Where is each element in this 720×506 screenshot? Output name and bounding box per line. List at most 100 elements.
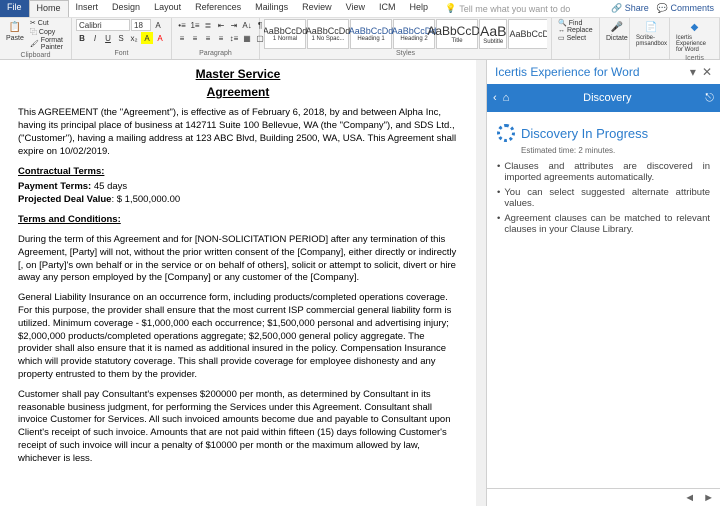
spinner-icon — [497, 124, 515, 142]
underline-button[interactable]: U — [102, 32, 114, 44]
doc-heading-terms: Terms and Conditions: — [18, 214, 458, 227]
panel-close-icon[interactable]: ✕ — [702, 65, 712, 79]
justify-button[interactable]: ≡ — [215, 32, 227, 44]
ribbon: 📋Paste ✂Cut ⿻Copy 🖌Format Painter Clipbo… — [0, 18, 720, 60]
panel-nav-title: Discovery — [509, 92, 705, 104]
style-subtitle[interactable]: AaBSubtitle — [479, 19, 507, 49]
bulb-icon: 💡 — [445, 3, 456, 14]
find-button[interactable]: 🔍Find — [556, 19, 584, 27]
bold-button[interactable]: B — [76, 32, 88, 44]
styles-gallery[interactable]: AaBbCcDd1 Normal AaBbCcDd1 No Spac... Aa… — [264, 19, 547, 49]
group-label-font: Font — [76, 49, 167, 58]
multilevel-button[interactable]: ≣ — [202, 19, 214, 31]
replace-icon: ↔ — [558, 27, 565, 34]
share-button[interactable]: 🔗 Share — [611, 3, 649, 14]
doc-paragraph: During the term of this Agreement and fo… — [18, 234, 458, 285]
discovery-bullet: Agreement clauses can be matched to rele… — [497, 213, 710, 235]
panel-next-icon[interactable]: ► — [703, 492, 714, 504]
icertis-button[interactable]: ◆Icertis Experience for Word — [674, 19, 715, 54]
comments-button[interactable]: 💬 Comments — [657, 3, 714, 14]
logout-icon[interactable]: ⎋ — [705, 92, 714, 105]
panel-body: Discovery In Progress Estimated time: 2 … — [487, 112, 720, 488]
paste-button[interactable]: 📋Paste — [4, 19, 26, 43]
sort-button[interactable]: A↓ — [241, 19, 253, 31]
panel-nav: ‹ ⌂ Discovery ⎋ — [487, 84, 720, 112]
style-more[interactable]: AaBbCcD — [508, 19, 547, 49]
panel-prev-icon[interactable]: ◄ — [684, 492, 695, 504]
italic-button[interactable]: I — [89, 32, 101, 44]
style-normal[interactable]: AaBbCcDd1 Normal — [264, 19, 306, 49]
group-label-styles: Styles — [264, 49, 547, 58]
doc-paragraph: Customer shall pay Consultant's expenses… — [18, 389, 458, 466]
doc-title-line1: Master Service — [18, 66, 458, 82]
doc-deal-value: Projected Deal Value: $ 1,500,000.00 — [18, 194, 458, 207]
doc-scrollbar[interactable] — [476, 60, 486, 506]
paste-icon: 📋 — [8, 20, 22, 34]
group-label-editing — [556, 56, 595, 58]
indent-button[interactable]: ⇥ — [228, 19, 240, 31]
brush-icon: 🖌 — [30, 40, 39, 48]
numbering-button[interactable]: 1≡ — [189, 19, 201, 31]
tell-me-search[interactable]: 💡Tell me what you want to do — [445, 3, 570, 14]
panel-footer: ◄ ► — [487, 488, 720, 506]
subscript-button[interactable]: x₂ — [128, 32, 140, 44]
grow-font-icon[interactable]: A — [152, 19, 164, 31]
style-heading1[interactable]: AaBbCcDdHeading 1 — [350, 19, 392, 49]
tab-layout[interactable]: Layout — [147, 0, 188, 17]
panel-dropdown-icon[interactable]: ▾ — [690, 65, 696, 79]
doc-title-line2: Agreement — [18, 84, 458, 100]
home-icon[interactable]: ⌂ — [503, 92, 510, 104]
doc-payment-terms: Payment Terms: 45 days — [18, 181, 458, 194]
tab-design[interactable]: Design — [105, 0, 147, 17]
outdent-button[interactable]: ⇤ — [215, 19, 227, 31]
search-icon: 🔍 — [558, 19, 567, 27]
group-label-clipboard: Clipboard — [4, 51, 67, 60]
font-size-select[interactable]: 18 — [131, 19, 151, 31]
highlight-button[interactable]: A — [141, 32, 153, 44]
style-nospacing[interactable]: AaBbCcDd1 No Spac... — [307, 19, 349, 49]
cut-button[interactable]: ✂Cut — [28, 19, 67, 27]
tab-review[interactable]: Review — [295, 0, 339, 17]
scribe-icon: 📄 — [645, 20, 659, 34]
copy-button[interactable]: ⿻Copy — [28, 27, 67, 37]
tab-mailings[interactable]: Mailings — [248, 0, 295, 17]
icertis-icon: ◆ — [688, 20, 702, 34]
doc-paragraph: This AGREEMENT (the "Agreement"), is eff… — [18, 107, 458, 158]
font-color-button[interactable]: A — [154, 32, 166, 44]
align-center-button[interactable]: ≡ — [189, 32, 201, 44]
group-label-paragraph: Paragraph — [176, 49, 255, 58]
select-button[interactable]: ▭Select — [556, 34, 588, 42]
group-label-icertis: Icertis — [674, 54, 715, 63]
tab-insert[interactable]: Insert — [69, 0, 106, 17]
tab-icm[interactable]: ICM — [372, 0, 403, 17]
align-left-button[interactable]: ≡ — [176, 32, 188, 44]
cut-icon: ✂ — [30, 19, 36, 27]
line-spacing-button[interactable]: ↕≡ — [228, 32, 240, 44]
format-painter-button[interactable]: 🖌Format Painter — [28, 37, 67, 51]
top-right-actions: 🔗 Share 💬 Comments — [611, 3, 720, 14]
font-name-select[interactable]: Calibri — [76, 19, 130, 31]
tab-view[interactable]: View — [339, 0, 372, 17]
replace-button[interactable]: ↔Replace — [556, 27, 595, 34]
shading-button[interactable]: ▦ — [241, 32, 253, 44]
doc-heading-contractual: Contractual Terms: — [18, 166, 458, 179]
tab-help[interactable]: Help — [403, 0, 436, 17]
mic-icon: 🎤 — [610, 20, 624, 34]
tab-home[interactable]: Home — [29, 0, 69, 17]
tab-references[interactable]: References — [188, 0, 248, 17]
document-area[interactable]: Master Service Agreement This AGREEMENT … — [0, 60, 476, 506]
strike-button[interactable]: S — [115, 32, 127, 44]
scribe-button[interactable]: 📄Scribe-pmsandbox — [634, 19, 669, 48]
discovery-bullet: Clauses and attributes are discovered in… — [497, 161, 710, 183]
back-icon[interactable]: ‹ — [493, 92, 497, 104]
style-title[interactable]: AaBbCcDdTitle — [436, 19, 478, 49]
menu-tabs: File Home Insert Design Layout Reference… — [0, 0, 720, 18]
bullets-button[interactable]: •≡ — [176, 19, 188, 31]
copy-icon: ⿻ — [30, 27, 37, 37]
tab-file[interactable]: File — [0, 0, 29, 17]
panel-header: Icertis Experience for Word ▾ ✕ — [487, 60, 720, 84]
dictate-button[interactable]: 🎤Dictate — [604, 19, 630, 43]
icertis-panel: Icertis Experience for Word ▾ ✕ ‹ ⌂ Disc… — [486, 60, 720, 506]
align-right-button[interactable]: ≡ — [202, 32, 214, 44]
discovery-bullet: You can select suggested alternate attri… — [497, 187, 710, 209]
